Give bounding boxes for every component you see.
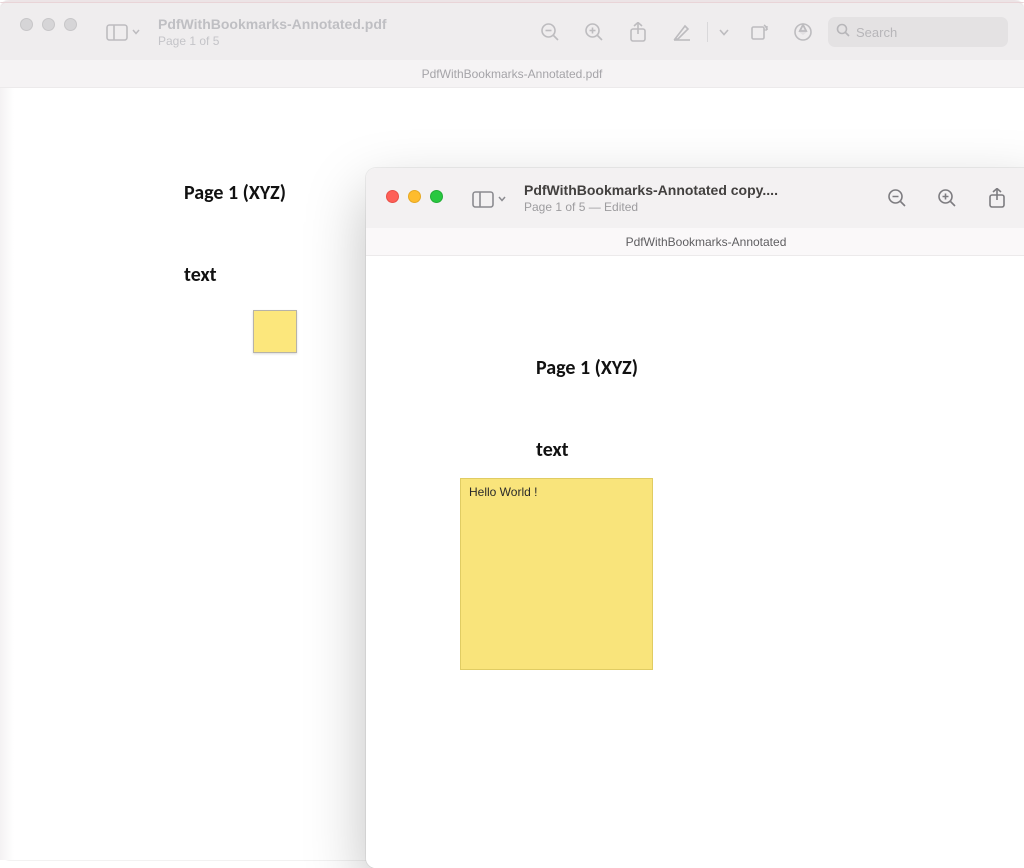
titlebar: PdfWithBookmarks-Annotated copy.... Page… <box>366 168 1024 228</box>
preview-window-active: PdfWithBookmarks-Annotated copy.... Page… <box>366 168 1024 868</box>
search-icon <box>836 23 850 42</box>
sidebar-toggle-button[interactable] <box>470 182 508 216</box>
doc-left-shadow <box>0 88 14 860</box>
close-dot-inactive[interactable] <box>20 18 33 31</box>
page-text-label: text <box>536 438 569 462</box>
sticky-note-annotation[interactable] <box>253 310 297 353</box>
page-text-label: text <box>184 263 217 287</box>
document-viewport[interactable]: Page 1 (XYZ) text Hello World ! <box>366 256 1024 868</box>
close-button[interactable] <box>386 190 399 203</box>
divider <box>707 22 708 42</box>
chevron-down-icon <box>132 29 140 35</box>
chevron-down-icon[interactable] <box>714 29 734 36</box>
traffic-lights <box>386 190 443 203</box>
toolbar <box>878 181 1024 215</box>
zoom-dot-inactive[interactable] <box>64 18 77 31</box>
markup-button[interactable] <box>663 15 701 49</box>
tab-label[interactable]: PdfWithBookmarks-Annotated.pdf <box>422 67 603 81</box>
zoom-in-button[interactable] <box>928 181 966 215</box>
document-title: PdfWithBookmarks-Annotated.pdf <box>158 16 387 32</box>
page-status: Page 1 of 5 — Edited <box>524 200 638 214</box>
tab-bar: PdfWithBookmarks-Annotated <box>366 228 1024 256</box>
document-title: PdfWithBookmarks-Annotated copy.... <box>524 182 778 198</box>
traffic-lights-inactive <box>20 18 77 31</box>
page-status: Page 1 of 5 <box>158 34 219 48</box>
markup-button-group <box>663 15 734 49</box>
search-input[interactable] <box>856 25 1024 40</box>
sticky-note-text: Hello World ! <box>469 485 537 499</box>
titlebar: PdfWithBookmarks-Annotated.pdf Page 1 of… <box>0 0 1024 60</box>
page-heading: Page 1 (XYZ) <box>536 356 638 380</box>
tab-bar: PdfWithBookmarks-Annotated.pdf <box>0 60 1024 88</box>
chevron-down-icon <box>498 196 506 202</box>
highlight-button[interactable] <box>784 15 822 49</box>
minimize-dot-inactive[interactable] <box>42 18 55 31</box>
share-button[interactable] <box>978 181 1016 215</box>
tab-label[interactable]: PdfWithBookmarks-Annotated <box>626 235 787 249</box>
toolbar <box>531 15 1008 49</box>
zoom-in-button[interactable] <box>575 15 613 49</box>
minimize-button[interactable] <box>408 190 421 203</box>
page-heading: Page 1 (XYZ) <box>184 181 286 205</box>
sticky-note-annotation[interactable]: Hello World ! <box>460 478 653 670</box>
search-field[interactable] <box>828 17 1008 47</box>
zoom-out-button[interactable] <box>878 181 916 215</box>
zoom-button[interactable] <box>430 190 443 203</box>
rotate-button[interactable] <box>740 15 778 49</box>
zoom-out-button[interactable] <box>531 15 569 49</box>
sidebar-toggle-button[interactable] <box>104 15 142 49</box>
share-button[interactable] <box>619 15 657 49</box>
